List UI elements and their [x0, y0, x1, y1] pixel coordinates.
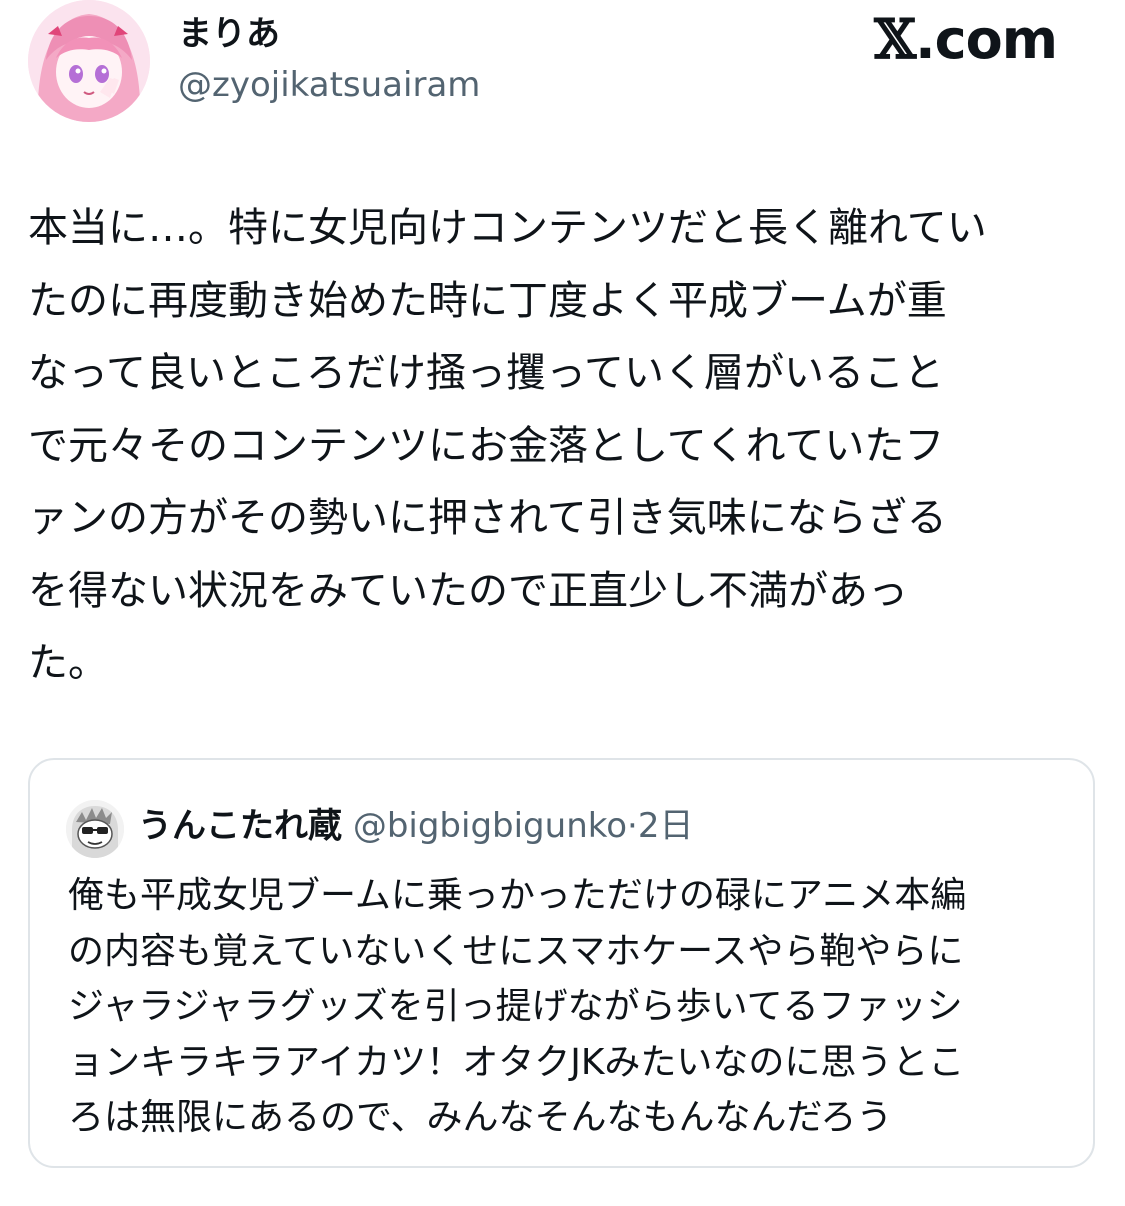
- author-avatar[interactable]: [28, 0, 150, 122]
- tweet-text: 本当に…。特に女児向けコンテンツだと長く離れてい たのに再度動き始めた時に丁度よ…: [28, 192, 1100, 700]
- tweet-text-line: 本当に…。特に女児向けコンテンツだと長く離れてい: [28, 205, 987, 251]
- anime-girl-avatar-icon: [28, 0, 150, 122]
- x-logo-icon: 𝕏: [874, 7, 916, 71]
- quote-author-handle[interactable]: @bigbigbigunko: [353, 806, 627, 846]
- quote-separator: ·: [627, 806, 638, 846]
- manga-character-avatar-icon: [66, 800, 124, 858]
- quote-text-line: ジャラジャラグッズを引っ提げながら歩いてるファッシ: [68, 986, 963, 1027]
- author-handle[interactable]: @zyojikatsuairam: [178, 64, 480, 106]
- quote-text-line: の内容も覚えていないくせにスマホケースやら鞄やらに: [68, 930, 964, 972]
- quote-tweet-text: 俺も平成女児ブームに乗っかっただけの碌にアニメ本編 の内容も覚えていないくせにス…: [68, 868, 1078, 1146]
- quote-meta: うんこたれ蔵 @bigbigbigunko·2日: [138, 802, 693, 850]
- tweet-text-line: で元々そのコンテンツにお金落としてくれていたフ: [28, 422, 945, 469]
- tweet-header: まりあ @zyojikatsuairam 𝕏.com: [28, 0, 1097, 130]
- tweet-text-line: を得ない状況をみていたので正直少し不満があっ: [28, 567, 908, 614]
- quote-tweet-card[interactable]: うんこたれ蔵 @bigbigbigunko·2日 俺も平成女児ブームに乗っかった…: [28, 758, 1095, 1168]
- quote-author-name[interactable]: うんこたれ蔵: [138, 806, 342, 846]
- quote-text-line: ろは無限にあるので、みんなそんなもんなんだろう: [68, 1097, 893, 1138]
- tweet-text-line: ァンの方がその勢いに押されて引き気味にならざる: [28, 495, 947, 541]
- quote-text-line: ョンキラキラアイカツ！オタクJKみたいなのに思うとこ: [68, 1041, 965, 1083]
- quote-timestamp[interactable]: 2日: [638, 806, 694, 846]
- author-display-name[interactable]: まりあ: [178, 14, 280, 54]
- brand-logo: 𝕏.com: [874, 7, 1058, 71]
- tweet-text-line: た。: [28, 640, 108, 686]
- quote-author-avatar[interactable]: [66, 800, 124, 858]
- tweet-text-line: なって良いところだけ掻っ攫っていく層がいること: [28, 350, 944, 396]
- quote-text-line: 俺も平成女児ブームに乗っかっただけの碌にアニメ本編: [68, 875, 967, 916]
- brand-suffix: .com: [915, 8, 1058, 71]
- tweet-text-line: たのに再度動き始めた時に丁度よく平成ブームが重: [28, 277, 947, 324]
